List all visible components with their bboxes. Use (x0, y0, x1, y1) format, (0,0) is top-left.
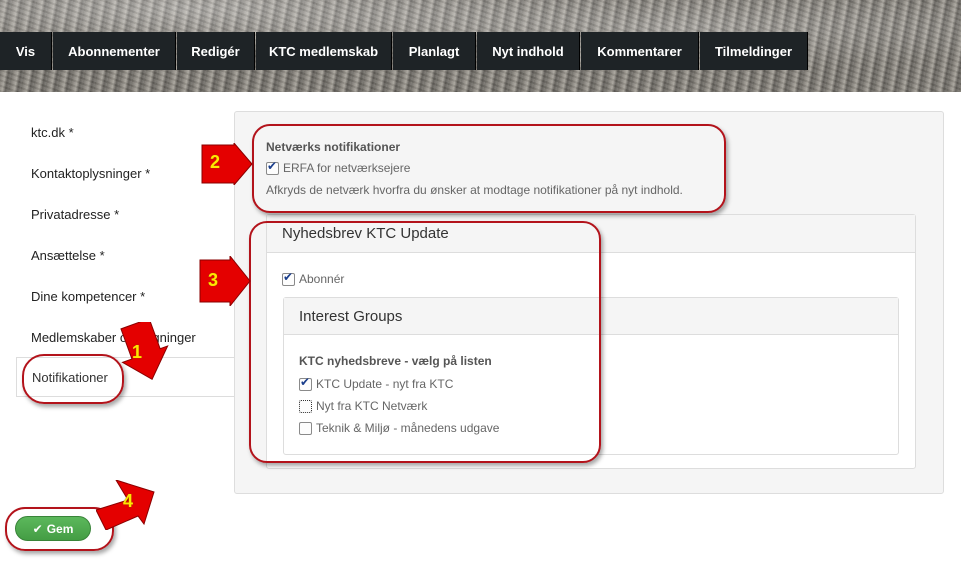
newsletter-heading: Nyhedsbrev KTC Update (267, 215, 915, 253)
newsletter-card: Nyhedsbrev KTC Update Abonnér Interest G… (266, 214, 916, 469)
network-option-label: ERFA for netværksejere (283, 161, 411, 175)
check-icon: ✔ (32, 521, 43, 536)
tab-vis[interactable]: Vis (0, 32, 52, 70)
tab-tilmeldinger[interactable]: Tilmeldinger (700, 32, 808, 70)
callout-badge-4: 4 (96, 480, 155, 530)
save-label: Gem (46, 521, 74, 536)
subscribe-option: Abonnér (282, 270, 345, 286)
interest-label: Teknik & Miljø - månedens udgave (316, 421, 500, 435)
tab-kommentarer[interactable]: Kommentarer (581, 32, 699, 70)
interest-groups-heading: Interest Groups (284, 298, 898, 335)
network-checkbox[interactable] (266, 159, 279, 175)
interest-option: Nyt fra KTC Netværk (299, 399, 427, 413)
tab-ktc-medlemskab[interactable]: KTC medlemskab (256, 32, 392, 70)
interest-label: Nyt fra KTC Netværk (316, 399, 428, 413)
tab-planlagt[interactable]: Planlagt (393, 32, 476, 70)
callout-badge-1: 1 (120, 322, 169, 380)
interest-label: KTC Update - nyt fra KTC (316, 377, 454, 391)
notifications-panel: Netværks notifikationer ERFA for netværk… (234, 111, 944, 494)
interest-checkbox-ktc-netvaerk[interactable] (299, 399, 312, 413)
interest-checkbox-ktc-update[interactable] (299, 375, 312, 391)
network-help-text: Afkryds de netværk hvorfra du ønsker at … (266, 183, 683, 197)
network-heading: Netværks notifikationer (266, 140, 401, 154)
callout-badge-3: 3 (198, 256, 251, 306)
tab-rediger[interactable]: Redigér (177, 32, 255, 70)
interest-checkbox-teknik-miljo[interactable] (299, 421, 312, 435)
network-option: ERFA for netværksejere (266, 159, 411, 175)
save-button[interactable]: ✔ Gem (15, 516, 91, 541)
subscribe-label: Abonnér (299, 272, 345, 286)
tab-abonnementer[interactable]: Abonnementer (53, 32, 176, 70)
interest-option: Teknik & Miljø - månedens udgave (299, 421, 499, 435)
interest-option: KTC Update - nyt fra KTC (299, 375, 454, 391)
sidebar-item-privatadresse[interactable]: Privatadresse * (16, 194, 235, 234)
callout-badge-2: 2 (200, 143, 253, 185)
subscribe-checkbox[interactable] (282, 270, 295, 286)
tab-nyt-indhold[interactable]: Nyt indhold (477, 32, 580, 70)
interest-groups-card: Interest Groups KTC nyhedsbreve - vælg p… (283, 297, 899, 455)
interest-groups-subheading: KTC nyhedsbreve - vælg på listen (299, 354, 492, 368)
